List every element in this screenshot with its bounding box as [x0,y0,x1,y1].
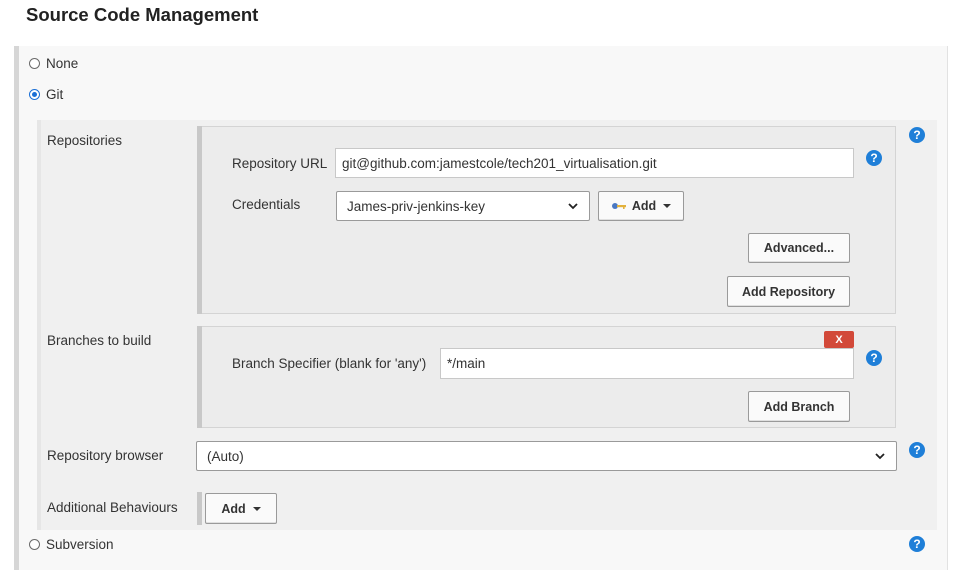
repository-url-value: git@github.com:jamestcole/tech201_virtua… [342,155,657,171]
repository-url-label: Repository URL [232,156,328,171]
repository-url-input[interactable]: git@github.com:jamestcole/tech201_virtua… [335,148,854,178]
delete-branch-button[interactable]: X [824,331,854,348]
credentials-value: James-priv-jenkins-key [347,198,486,214]
repository-browser-value: (Auto) [207,448,244,464]
radio-none[interactable] [29,58,40,69]
radio-git[interactable] [29,89,40,100]
add-repository-button[interactable]: Add Repository [727,276,850,307]
chevron-down-icon [252,506,261,511]
help-icon[interactable]: ? [866,350,882,366]
repository-panel-bar [197,126,202,314]
additional-behaviours-add-button[interactable]: Add [205,493,277,524]
branch-specifier-label: Branch Specifier (blank for 'any') [232,356,427,371]
additional-behaviours-add-label: Add [221,501,246,516]
scm-option-git-label: Git [46,87,64,102]
section-title: Source Code Management [26,4,259,25]
credentials-add-button[interactable]: Add [598,191,684,221]
advanced-button-label: Advanced... [763,241,835,255]
chevron-down-icon [875,453,885,460]
scm-option-none-label: None [46,56,79,71]
help-icon[interactable]: ? [909,536,925,552]
branches-label: Branches to build [47,333,152,348]
repositories-label: Repositories [47,133,123,148]
scm-option-subversion-label: Subversion [46,537,114,552]
help-icon[interactable]: ? [909,442,925,458]
chevron-down-icon [568,203,578,210]
help-icon[interactable]: ? [909,127,925,143]
credentials-label: Credentials [232,197,301,212]
branch-specifier-value: */main [447,356,486,371]
add-branch-button[interactable]: Add Branch [748,391,850,422]
branch-specifier-input[interactable]: */main [440,348,854,379]
help-icon[interactable]: ? [866,150,882,166]
credentials-add-label: Add [631,199,657,213]
key-icon [611,203,626,209]
radio-subversion[interactable] [29,539,40,550]
advanced-button[interactable]: Advanced... [748,233,850,263]
add-repository-label: Add Repository [741,284,836,299]
scm-option-none[interactable]: None [29,56,78,71]
git-config-bar [37,120,41,530]
additional-behaviours-bar [197,492,202,525]
add-branch-label: Add Branch [763,399,835,414]
repository-browser-select[interactable]: (Auto) [196,441,897,471]
branch-panel-bar [197,326,202,428]
additional-behaviours-label: Additional Behaviours [47,500,178,515]
credentials-select[interactable]: James-priv-jenkins-key [336,191,590,221]
repository-browser-label: Repository browser [47,448,164,463]
scm-option-subversion[interactable]: Subversion [29,537,114,552]
scm-option-git[interactable]: Git [29,87,63,102]
chevron-down-icon [663,204,672,208]
scm-panel-bar [14,46,19,570]
